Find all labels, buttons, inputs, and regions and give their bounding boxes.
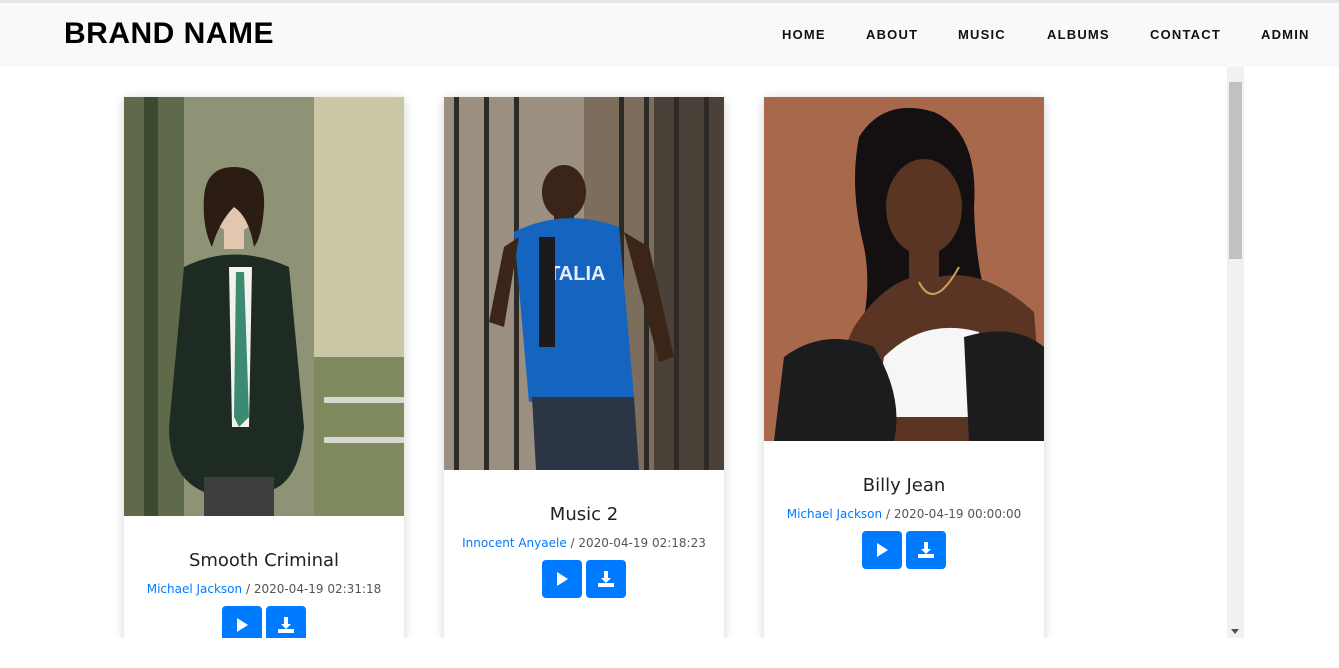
download-button[interactable]: [266, 606, 306, 638]
play-button[interactable]: [222, 606, 262, 638]
nav-albums[interactable]: ALBUMS: [1047, 27, 1110, 42]
artist-link[interactable]: Michael Jackson: [787, 507, 882, 521]
scroll-down-arrow-icon[interactable]: [1231, 629, 1239, 634]
meta-separator: /: [242, 582, 254, 596]
nav-home[interactable]: HOME: [782, 27, 826, 42]
play-icon: [557, 572, 568, 586]
play-icon: [237, 618, 248, 632]
download-button[interactable]: [586, 560, 626, 598]
song-card: Smooth Criminal Michael Jackson / 2020-0…: [124, 97, 404, 638]
download-icon: [278, 617, 294, 633]
song-cover-image[interactable]: ITALIA: [444, 97, 724, 470]
download-icon: [598, 571, 614, 587]
song-title: Smooth Criminal: [188, 550, 340, 571]
nav-contact[interactable]: CONTACT: [1150, 27, 1221, 42]
nav-about[interactable]: ABOUT: [866, 27, 918, 42]
brand-logo[interactable]: BRAND NAME: [64, 17, 274, 51]
navbar: BRAND NAME HOME ABOUT MUSIC ALBUMS CONTA…: [0, 3, 1339, 67]
song-date: 2020-04-19 00:00:00: [893, 507, 1022, 521]
song-meta: Innocent Anyaele / 2020-04-19 02:18:23: [444, 536, 724, 550]
nav-music[interactable]: MUSIC: [958, 27, 1006, 42]
song-meta: Michael Jackson / 2020-04-19 02:31:18: [124, 582, 404, 596]
download-button[interactable]: [906, 531, 946, 569]
song-date: 2020-04-19 02:18:23: [578, 536, 706, 550]
play-icon: [877, 543, 888, 557]
play-button[interactable]: [862, 531, 902, 569]
song-cover-image[interactable]: [124, 97, 404, 516]
nav-admin[interactable]: ADMIN: [1261, 27, 1310, 42]
song-card: ITALIA Music 2 Innocent Anyaele / 2020-0…: [444, 97, 724, 638]
song-date: 2020-04-19 02:31:18: [253, 582, 382, 596]
scrollbar-thumb[interactable]: [1229, 82, 1242, 259]
song-card: Billy Jean Michael Jackson / 2020-04-19 …: [764, 97, 1044, 638]
artist-link[interactable]: Innocent Anyaele: [462, 536, 567, 550]
download-icon: [918, 542, 934, 558]
artist-link[interactable]: Michael Jackson: [147, 582, 242, 596]
vertical-scrollbar[interactable]: [1227, 67, 1244, 638]
meta-separator: /: [566, 536, 579, 550]
song-cover-image[interactable]: [764, 97, 1044, 441]
song-meta: Michael Jackson / 2020-04-19 00:00:00: [764, 507, 1044, 521]
song-title: Music 2: [549, 504, 619, 525]
meta-separator: /: [882, 507, 894, 521]
song-title: Billy Jean: [862, 475, 946, 496]
page-bottom-edge: [0, 638, 1339, 668]
play-button[interactable]: [542, 560, 582, 598]
